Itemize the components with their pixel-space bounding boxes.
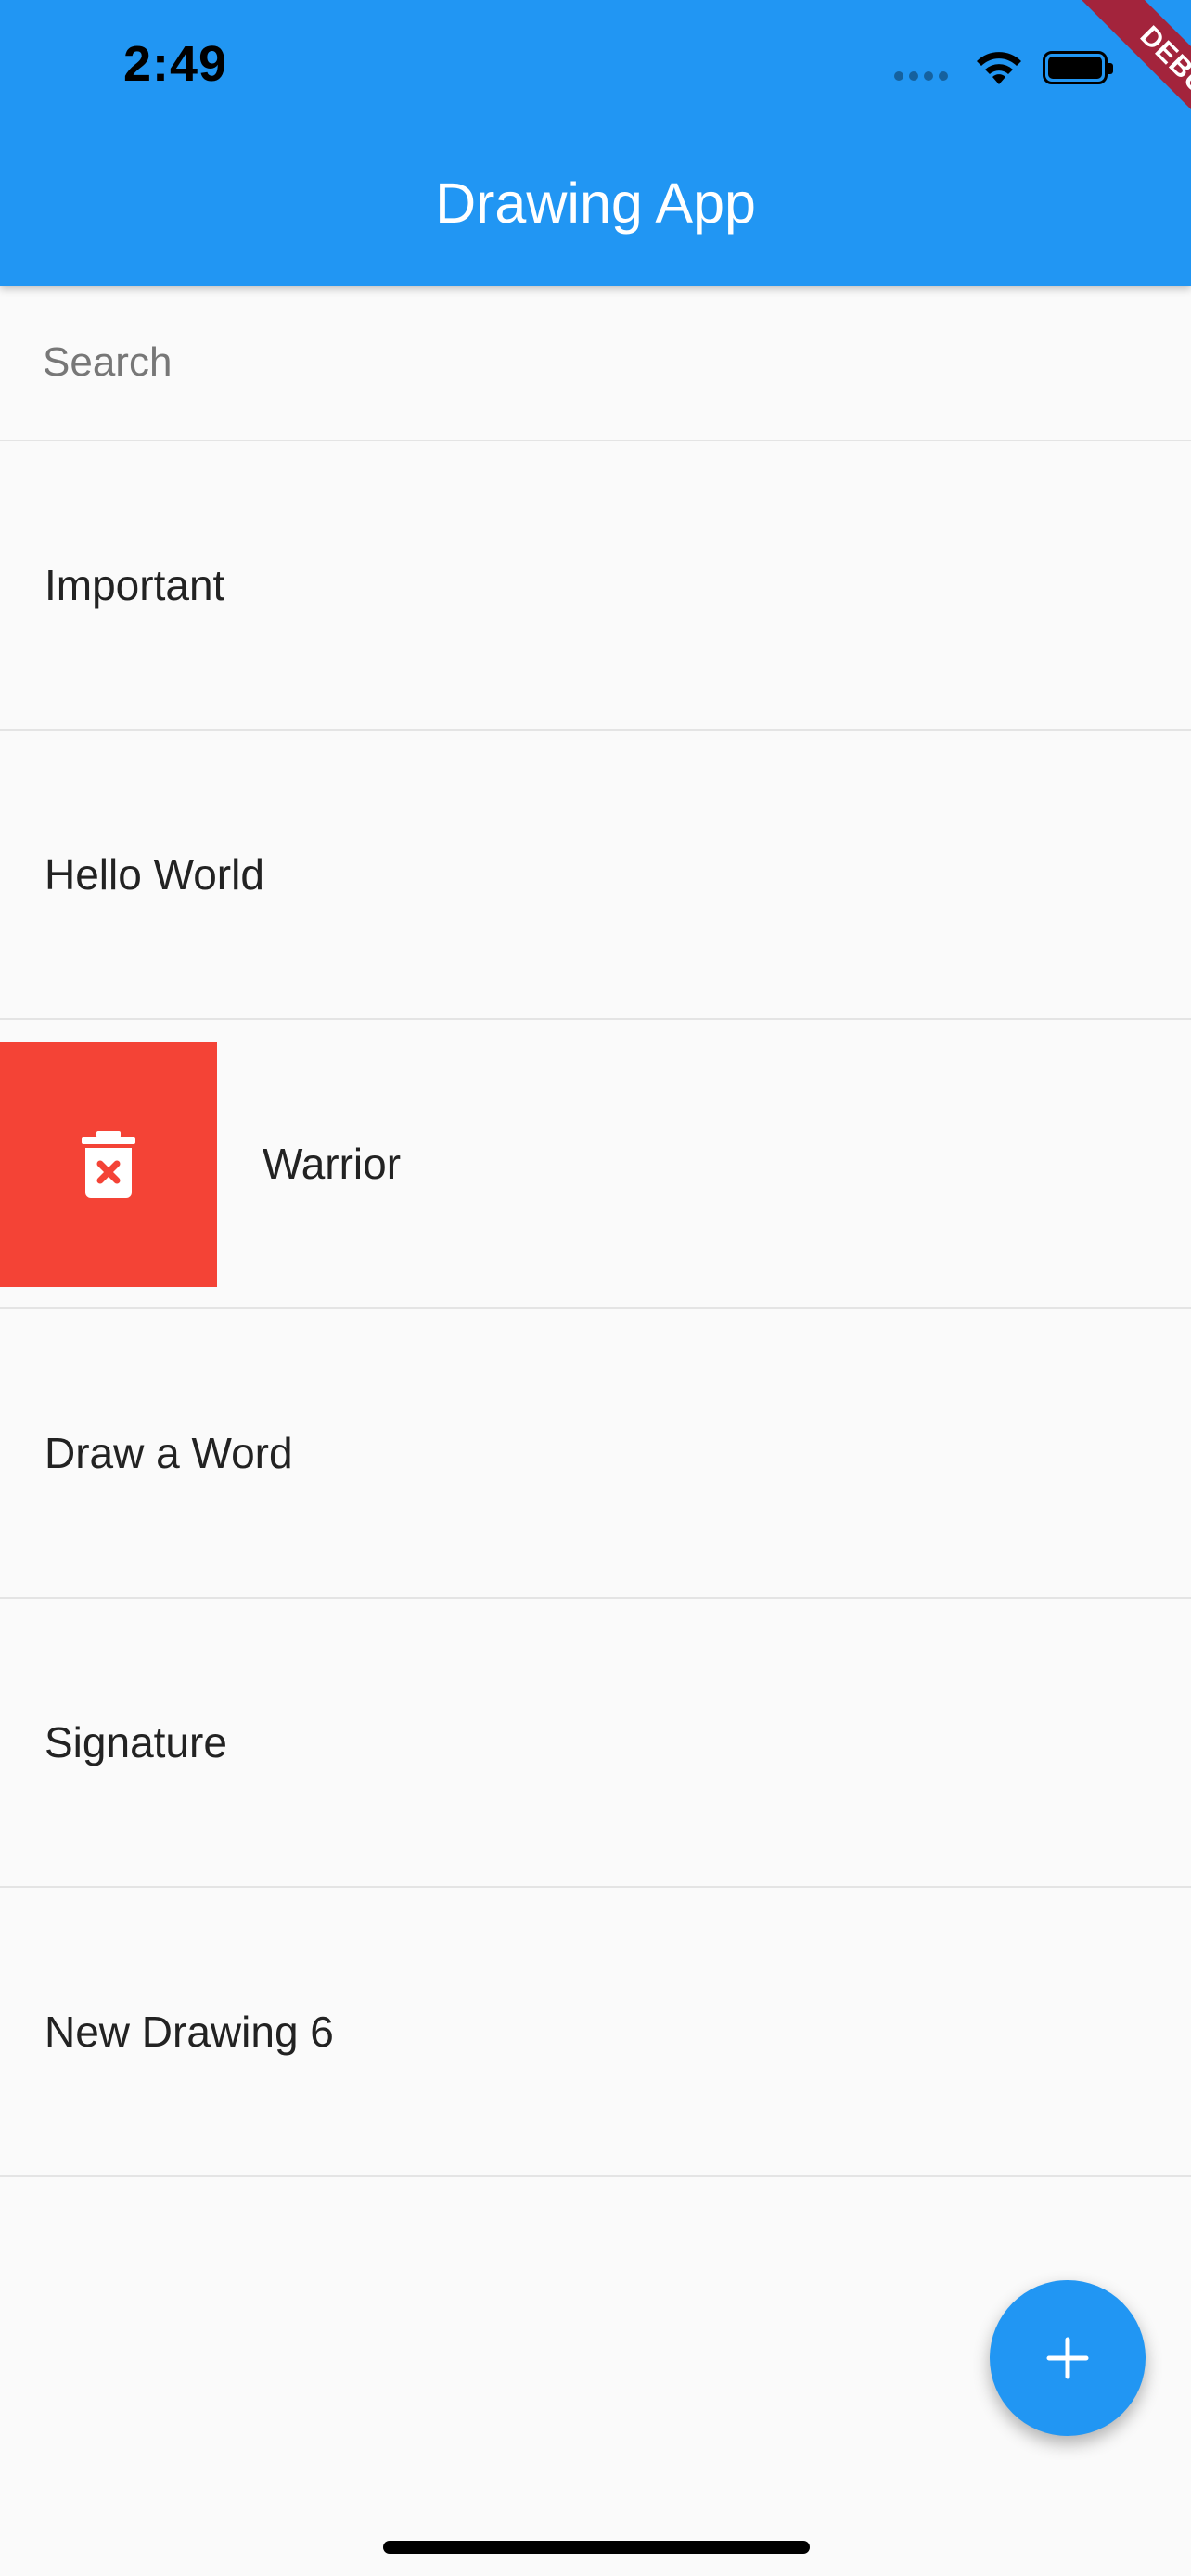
list-item-label: Hello World	[45, 850, 264, 899]
search-bar	[0, 286, 1191, 441]
list-item[interactable]: New Drawing 6	[0, 1888, 1191, 2177]
add-drawing-button[interactable]	[990, 2280, 1146, 2436]
list-item[interactable]: Hello World	[0, 731, 1191, 1020]
status-time: 2:49	[123, 36, 228, 92]
debug-label: DEBUG	[1067, 0, 1191, 158]
app-bar: 2:49 Drawing App	[0, 0, 1191, 286]
debug-banner: DEBUG	[1033, 0, 1191, 158]
cellular-signal-icon	[894, 71, 948, 81]
list-item-label: New Drawing 6	[45, 2008, 334, 2056]
list-item[interactable]: Important	[0, 441, 1191, 731]
delete-button[interactable]	[0, 1042, 217, 1287]
list-item[interactable]: Warrior	[0, 1020, 1191, 1309]
list-item[interactable]: Draw a Word	[0, 1309, 1191, 1599]
list-item[interactable]: Signature	[0, 1599, 1191, 1888]
list-item-label: Signature	[45, 1718, 227, 1766]
trash-delete-icon	[82, 1131, 135, 1198]
search-input[interactable]	[43, 321, 1156, 404]
list-item-label: Draw a Word	[45, 1429, 293, 1477]
page-title: Drawing App	[435, 172, 756, 235]
list-item-label: Warrior	[263, 1140, 402, 1188]
plus-icon	[1046, 2337, 1089, 2379]
home-indicator	[383, 2541, 810, 2554]
drawing-list: Important Hello World Warrior Draw a Wor…	[0, 441, 1191, 2177]
wifi-icon	[977, 52, 1021, 84]
list-item-label: Important	[45, 561, 225, 609]
